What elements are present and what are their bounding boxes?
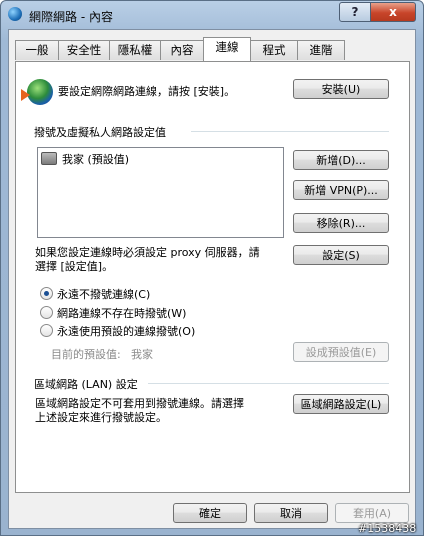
arrow-icon bbox=[21, 89, 30, 101]
set-default-button[interactable]: 設成預設值(E) bbox=[293, 342, 389, 362]
connection-label: 我家 (預設值) bbox=[62, 153, 130, 166]
dialup-section-title: 撥號及虛擬私人網路設定值 bbox=[34, 126, 166, 139]
tab-programs[interactable]: 程式 bbox=[250, 40, 298, 60]
help-button[interactable]: ? bbox=[339, 2, 371, 22]
setup-button[interactable]: 安裝(U) bbox=[293, 79, 389, 99]
lan-text-line2: 上述設定來進行撥號設定。 bbox=[35, 411, 167, 424]
connections-panel: 要設定網際網路連線，請按 [安裝]。 安裝(U) 撥號及虛擬私人網路設定值 我家… bbox=[15, 61, 410, 493]
internet-globe-icon bbox=[8, 7, 22, 21]
close-button[interactable]: x bbox=[370, 2, 416, 22]
cancel-button[interactable]: 取消 bbox=[254, 503, 328, 523]
tab-content[interactable]: 內容 bbox=[160, 40, 204, 60]
tab-connections[interactable]: 連線 bbox=[203, 37, 251, 61]
dialup-connection-icon bbox=[41, 152, 57, 165]
tab-privacy[interactable]: 隱私權 bbox=[109, 40, 161, 60]
current-default-value: 我家 bbox=[131, 348, 153, 361]
lan-settings-button[interactable]: 區域網路設定(L) bbox=[293, 394, 389, 414]
add-vpn-button[interactable]: 新增 VPN(P)... bbox=[293, 180, 389, 200]
settings-button[interactable]: 設定(S) bbox=[293, 245, 389, 265]
current-default-label: 目前的預設值: bbox=[51, 348, 121, 361]
radio-never-dial[interactable] bbox=[40, 287, 53, 300]
remove-connection-button[interactable]: 移除(R)... bbox=[293, 213, 389, 233]
proxy-instructions-line2: 選擇 [設定值]。 bbox=[35, 260, 114, 273]
window-title: 網際網路 - 內容 bbox=[29, 10, 113, 24]
radio-always-dial-default[interactable] bbox=[40, 324, 53, 337]
section-divider bbox=[191, 131, 389, 132]
option-label-dial-when-no-network[interactable]: 網路連線不存在時撥號(W) bbox=[57, 305, 186, 321]
ok-button[interactable]: 確定 bbox=[173, 503, 247, 523]
tab-security[interactable]: 安全性 bbox=[58, 40, 110, 60]
connections-listbox[interactable]: 我家 (預設值) bbox=[37, 147, 284, 238]
option-label-never-dial[interactable]: 永遠不撥號連線(C) bbox=[57, 286, 150, 302]
radio-dial-when-no-network[interactable] bbox=[40, 306, 53, 319]
dialog-client-area: 一般 安全性 隱私權 內容 連線 程式 進階 要設定網際網路連線，請按 [安裝]… bbox=[8, 29, 416, 529]
tab-general[interactable]: 一般 bbox=[15, 40, 59, 60]
section-divider bbox=[148, 383, 389, 384]
setup-text: 要設定網際網路連線，請按 [安裝]。 bbox=[58, 85, 236, 98]
lan-section-title: 區域網路 (LAN) 設定 bbox=[34, 378, 138, 391]
apply-button[interactable]: 套用(A) bbox=[335, 503, 409, 523]
dialog-window: 網際網路 - 內容 ? x 一般 安全性 隱私權 內容 連線 程式 進階 要設定… bbox=[0, 0, 424, 536]
tab-advanced[interactable]: 進階 bbox=[297, 40, 345, 60]
add-connection-button[interactable]: 新增(D)... bbox=[293, 150, 389, 170]
option-label-always-dial-default[interactable]: 永遠使用預設的連線撥號(O) bbox=[57, 323, 195, 339]
setup-globe-icon bbox=[21, 79, 53, 105]
watermark-text: #1538438 bbox=[358, 522, 417, 535]
title-bar[interactable]: 網際網路 - 內容 ? x bbox=[1, 1, 423, 29]
